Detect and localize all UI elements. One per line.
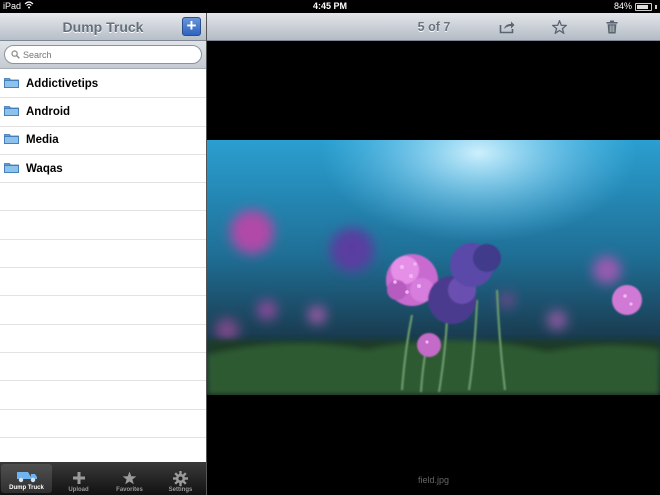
tab-label: Upload — [68, 487, 89, 493]
folder-icon — [4, 75, 19, 93]
trash-icon — [606, 20, 618, 34]
search-bar — [0, 41, 206, 69]
tab-label: Dump Truck — [9, 485, 44, 491]
tab-label: Settings — [168, 487, 193, 493]
battery-icon — [635, 2, 652, 11]
sidebar-title: Dump Truck — [62, 19, 144, 35]
tab-favorites[interactable]: Favorites — [104, 462, 155, 495]
folder-label: Waqas — [26, 162, 63, 175]
empty-row — [0, 296, 206, 325]
star-icon — [122, 469, 137, 487]
empty-row — [0, 268, 206, 297]
gear-icon — [173, 469, 188, 487]
empty-row — [0, 325, 206, 353]
folder-label: Media — [26, 134, 59, 147]
folder-list: Addictivetips Android Media Waqas — [0, 70, 206, 463]
folder-row-addictivetips[interactable]: Addictivetips — [0, 70, 206, 99]
folder-icon — [4, 103, 19, 121]
clock: 4:45 PM — [312, 1, 347, 11]
search-input[interactable] — [23, 49, 193, 60]
folder-icon — [4, 131, 19, 149]
folder-row-media[interactable]: Media — [0, 127, 206, 155]
folder-row-android[interactable]: Android — [0, 98, 206, 127]
sidebar-header: Dump Truck + — [0, 13, 206, 41]
image-viewer: field.jpg — [207, 41, 660, 495]
tab-bar: Dump Truck Upload Favorites Settings — [0, 462, 206, 495]
battery-indicator: 84% — [614, 0, 657, 13]
tab-upload[interactable]: Upload — [53, 462, 104, 495]
tab-settings[interactable]: Settings — [155, 462, 206, 495]
file-name-caption: field.jpg — [417, 475, 450, 485]
plus-icon — [72, 469, 86, 487]
page-counter: 5 of 7 — [417, 20, 451, 34]
viewer-toolbar: 5 of 7 — [207, 13, 660, 41]
empty-row — [0, 240, 206, 269]
add-button[interactable]: + — [182, 17, 201, 36]
delete-button[interactable] — [603, 18, 621, 36]
folder-label: Addictivetips — [26, 77, 99, 90]
battery-percent: 84% — [613, 1, 632, 11]
truck-icon — [16, 467, 38, 485]
share-button[interactable] — [498, 18, 516, 36]
folder-row-waqas[interactable]: Waqas — [0, 155, 206, 184]
search-field[interactable] — [4, 45, 202, 64]
folder-label: Android — [26, 105, 71, 118]
folder-icon — [4, 160, 19, 178]
photo-field[interactable] — [207, 140, 660, 395]
tab-label: Favorites — [116, 487, 143, 493]
empty-row — [0, 381, 206, 410]
empty-row — [0, 438, 206, 463]
tab-dump-truck[interactable]: Dump Truck — [1, 464, 52, 493]
share-icon — [499, 21, 515, 34]
empty-row — [0, 410, 206, 438]
empty-row — [0, 353, 206, 382]
favorite-button[interactable] — [550, 18, 568, 36]
sidebar: Dump Truck + Addictivetips Android Media — [0, 13, 207, 495]
search-icon — [11, 50, 20, 59]
empty-row — [0, 211, 206, 240]
empty-row — [0, 183, 206, 212]
status-bar: iPad 4:45 PM 84% — [0, 0, 660, 13]
star-icon — [551, 20, 567, 34]
ipad-screen: iPad 4:45 PM 84% Dump Truck + Addi — [0, 0, 660, 495]
